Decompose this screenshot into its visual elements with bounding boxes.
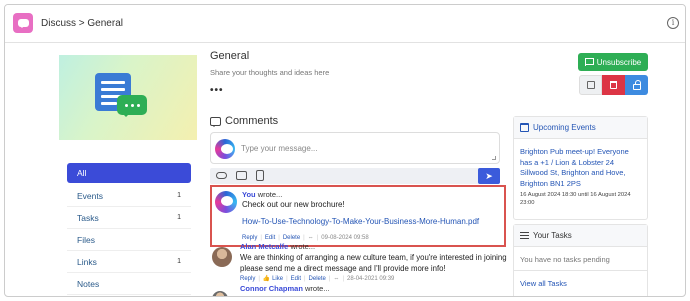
file-icon[interactable] (256, 170, 264, 181)
lock-icon (632, 79, 641, 90)
your-tasks-panel: Your Tasks You have no tasks pending Vie… (513, 224, 648, 296)
comment-author[interactable]: Alan Metcalfe (240, 242, 288, 251)
compose-toolbar: ➤ (210, 168, 500, 184)
more-options-button[interactable]: ••• (210, 85, 500, 96)
chat-bubble-icon (117, 95, 147, 117)
sidebar-item-notes[interactable]: Notes (67, 273, 191, 295)
user-avatar (215, 139, 235, 159)
comment-date: 09-08-2024 09:58 (321, 235, 369, 241)
delete-button[interactable] (602, 75, 625, 95)
page-title: General (210, 50, 250, 62)
sidebar-item-count: 1 (177, 214, 181, 221)
sidebar-item-tasks[interactable]: Tasks 1 (67, 207, 191, 229)
sidebar-item-label: Tasks (77, 212, 99, 223)
comments-heading: Comments (210, 115, 278, 127)
link-icon[interactable] (216, 172, 227, 179)
sidebar-item-count: 1 (177, 192, 181, 199)
flag-icon (584, 58, 594, 66)
calendar-icon (520, 123, 529, 132)
upcoming-events-label: Upcoming Events (533, 123, 596, 132)
sidebar-item-label: Files (77, 234, 95, 245)
comment-date: 28-04-2021 09:39 (347, 276, 395, 282)
message-placeholder: Type your message... (241, 144, 318, 153)
edit-link[interactable]: Edit (265, 235, 275, 241)
like-link[interactable]: Like (272, 276, 283, 282)
sidebar-item-links[interactable]: Links 1 (67, 251, 191, 273)
your-tasks-label: Your Tasks (533, 231, 572, 240)
unsubscribe-button[interactable]: Unsubscribe (578, 53, 648, 71)
your-tasks-header: Your Tasks (514, 225, 647, 247)
reply-link[interactable]: Reply (240, 276, 255, 282)
delete-link[interactable]: Delete (309, 276, 326, 282)
list-icon (520, 232, 529, 239)
user-avatar (212, 291, 228, 296)
inbox-icon[interactable] (236, 171, 247, 180)
thumbs-up-icon[interactable]: 👍 (263, 276, 270, 282)
main-content: General Share your thoughts and ideas he… (210, 50, 500, 184)
send-button[interactable]: ➤ (478, 168, 500, 184)
event-date: 16 August 2024 18:30 until 16 August 202… (520, 192, 631, 206)
upcoming-events-header[interactable]: Upcoming Events (514, 117, 647, 139)
sidebar-item-events[interactable]: Events 1 (67, 185, 191, 207)
comment-meta: Reply | 👍 Like | Edit | Delete | ⇔ | 28-04-2021 09… (240, 276, 395, 282)
comment-author-line: Connor Chapman wrote... (240, 284, 330, 293)
attachment-link[interactable]: How-To-Use-Technology-To-Make-Your-Busin… (242, 217, 479, 226)
lock-button[interactable] (625, 75, 648, 95)
event-title[interactable]: Brighton Pub meet-up! Everyone has a +1 … (520, 147, 641, 189)
edit-button[interactable] (579, 75, 602, 95)
comment-meta: Reply | Edit | Delete | ⇔ | 09-08-2024 09:58 (242, 235, 369, 241)
upcoming-events-panel: Upcoming Events Brighton Pub meet-up! Ev… (513, 116, 648, 220)
comment-text: Check out our new brochure! (242, 200, 345, 209)
comment-author[interactable]: You (242, 190, 256, 199)
app-window: Discuss > General i All Events 1 Tasks 1… (4, 4, 686, 297)
comment-item: Alan Metcalfe wrote... We are thinking o… (210, 242, 507, 296)
user-avatar (215, 191, 237, 213)
delete-link[interactable]: Delete (283, 235, 300, 241)
comment-author-line: You wrote... (242, 190, 282, 199)
comment-wrote: wrote... (305, 284, 330, 293)
comments-heading-label: Comments (225, 115, 279, 127)
event-item[interactable]: Brighton Pub meet-up! Everyone has a +1 … (514, 139, 647, 215)
action-button-row (578, 75, 648, 95)
sidebar-item-label: Links (77, 256, 97, 267)
message-input[interactable]: Type your message... (210, 132, 500, 164)
link-icon[interactable]: ⇔ (333, 276, 339, 282)
edit-icon (586, 81, 595, 89)
group-banner-image (59, 55, 197, 140)
sidebar-item-label: Notes (77, 278, 100, 289)
sidebar: All Events 1 Tasks 1 Files Links 1 Notes (67, 163, 191, 295)
page-subtitle: Share your thoughts and ideas here (210, 68, 330, 77)
trash-icon (610, 81, 617, 89)
breadcrumb[interactable]: Discuss > General (41, 18, 123, 29)
link-icon[interactable]: ⇔ (308, 235, 314, 241)
unsubscribe-label: Unsubscribe (596, 57, 642, 67)
sidebar-item-all[interactable]: All (67, 163, 191, 183)
sidebar-item-label: Events (77, 190, 103, 201)
sidebar-item-count: 1 (177, 258, 181, 265)
comment-wrote: wrote... (257, 190, 283, 199)
top-bar: Discuss > General i (5, 5, 685, 43)
comment-author-line: Alan Metcalfe wrote... (240, 242, 315, 251)
comment-item-highlighted: You wrote... Check out our new brochure!… (210, 185, 506, 247)
edit-link[interactable]: Edit (291, 276, 301, 282)
comment-author[interactable]: Connor Chapman (240, 284, 303, 293)
comment-text: We are thinking of arranging a new cultu… (240, 253, 507, 273)
user-avatar (212, 247, 232, 267)
comment-icon (210, 116, 221, 127)
discuss-logo-icon[interactable] (13, 13, 33, 33)
sidebar-item-files[interactable]: Files (67, 229, 191, 251)
sidebar-item-label: All (77, 168, 87, 178)
comment-wrote: wrote... (290, 242, 316, 251)
resize-handle-icon[interactable] (492, 156, 496, 160)
reply-link[interactable]: Reply (242, 235, 257, 241)
group-actions: Unsubscribe (578, 53, 648, 95)
info-icon[interactable]: i (667, 17, 679, 29)
no-tasks-message: You have no tasks pending (514, 247, 647, 271)
view-all-tasks-link[interactable]: View all Tasks (514, 271, 647, 296)
